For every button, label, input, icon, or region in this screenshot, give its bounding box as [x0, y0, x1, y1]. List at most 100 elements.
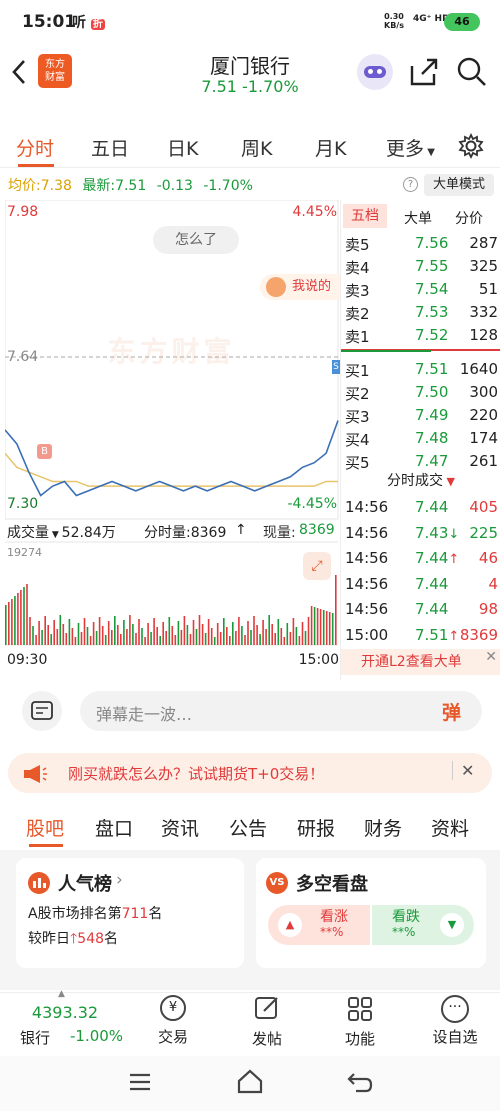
- volume-bar: [210, 628, 213, 645]
- buy-label: 买3: [345, 408, 370, 426]
- sell-volume: 51: [478, 280, 498, 298]
- tab-five-levels[interactable]: 五档: [343, 204, 387, 228]
- volume-bar: [107, 621, 110, 645]
- tab-news[interactable]: 资讯: [161, 814, 199, 841]
- settings-gear-icon[interactable]: [458, 133, 484, 159]
- tab-more[interactable]: 更多 ▼: [386, 134, 435, 161]
- danmaku-send-button[interactable]: 弹: [442, 698, 461, 725]
- buy-row[interactable]: 买3 7.49 220: [341, 404, 500, 428]
- menu-icon[interactable]: [128, 1072, 152, 1092]
- tab-big-orders[interactable]: 大单: [404, 208, 432, 228]
- sell-row[interactable]: 卖2 7.53 332: [341, 301, 500, 325]
- tab-order-book[interactable]: 盘口: [95, 814, 133, 841]
- tab-profile[interactable]: 资料: [431, 814, 469, 841]
- volume-bar: [219, 632, 222, 645]
- status-time: 15:01: [22, 12, 77, 32]
- comment-button[interactable]: 我说的: [260, 274, 340, 300]
- volume-label[interactable]: 成交量: [7, 525, 49, 541]
- bull-bear-card[interactable]: VS 多空看盘 ▲ 看涨 **% 看跌 **% ▼: [256, 858, 486, 968]
- danmaku-toggle-icon[interactable]: [22, 691, 62, 731]
- volume-bar: [17, 593, 19, 645]
- volume-bar: [135, 633, 137, 645]
- vs-icon: VS: [266, 872, 288, 894]
- latest-label: 最新:: [82, 178, 116, 194]
- volume-bar: [165, 631, 167, 645]
- volume-bar: [247, 621, 249, 645]
- trade-price: 7.44: [415, 498, 449, 516]
- volume-bar: [162, 622, 164, 645]
- expand-icon[interactable]: ⤢: [303, 552, 331, 580]
- sell-row[interactable]: 卖1 7.52 128: [341, 324, 500, 348]
- danmaku-input[interactable]: 弹幕走一波… 弹: [80, 691, 482, 731]
- search-icon[interactable]: [456, 56, 488, 88]
- tab-daily-k[interactable]: 日K: [167, 134, 198, 161]
- news-ticker[interactable]: [0, 100, 500, 114]
- tab-monthly-k[interactable]: 月K: [315, 134, 346, 161]
- nav-post[interactable]: 发帖: [244, 995, 290, 1049]
- buy-row[interactable]: 买2 7.50 300: [341, 381, 500, 405]
- volume-max-label: 19274: [7, 546, 42, 559]
- nav-functions[interactable]: 功能: [337, 995, 383, 1049]
- chat-bubble[interactable]: 怎么了: [153, 226, 239, 254]
- close-promo-icon[interactable]: ✕: [485, 644, 497, 670]
- tab-forum[interactable]: 股吧: [26, 814, 64, 841]
- y-high-label: 7.98: [7, 204, 39, 220]
- tab-five-day[interactable]: 五日: [91, 134, 129, 161]
- trade-volume: 8369: [459, 625, 498, 644]
- volume-bar: [226, 627, 228, 645]
- bullish-button[interactable]: ▲ 看涨 **%: [268, 905, 370, 945]
- back-icon[interactable]: [346, 1070, 374, 1094]
- buy-row[interactable]: 买1 7.51 1640: [341, 358, 500, 382]
- sell-row[interactable]: 卖5 7.56 287: [341, 232, 500, 256]
- tab-intraday[interactable]: 分时: [16, 134, 54, 161]
- popularity-card[interactable]: 人气榜 › A股市场排名第711名 较昨日🡑548名: [16, 858, 244, 968]
- sell-volume: 325: [469, 257, 498, 275]
- tab-announcements[interactable]: 公告: [229, 814, 267, 841]
- sell-marker[interactable]: S: [332, 360, 340, 374]
- index-pct: -1.00%: [70, 1027, 124, 1045]
- volume-bar: [298, 636, 301, 645]
- trade-row: 14:56 7.43↓ 225: [341, 522, 500, 546]
- bearish-button[interactable]: 看跌 **% ▼: [372, 905, 474, 945]
- futures-promo-banner[interactable]: 刚买就跌怎么办？试试期货T+0交易！ ✕: [8, 753, 492, 793]
- volume-bar: [117, 625, 119, 645]
- volume-bar: [71, 628, 74, 645]
- tab-financials[interactable]: 财务: [364, 814, 402, 841]
- minute-volume: 分时量:8369: [144, 525, 227, 541]
- volume-bar: [325, 611, 328, 645]
- nav-add-watchlist[interactable]: ··· 设自选: [426, 995, 484, 1047]
- robot-avatar-icon[interactable]: [357, 54, 393, 90]
- volume-bar: [159, 636, 161, 645]
- avg-price: 7.38: [40, 178, 72, 194]
- buy-marker[interactable]: B: [37, 444, 52, 459]
- tab-weekly-k[interactable]: 周K: [241, 134, 272, 161]
- close-banner-icon[interactable]: ✕: [452, 761, 474, 780]
- volume-bar: [186, 625, 189, 645]
- volume-bar: [304, 631, 307, 645]
- battery-icon: 46: [444, 13, 480, 31]
- trade-volume: 4: [488, 574, 498, 593]
- yen-icon: ¥: [160, 995, 186, 1021]
- sell-row[interactable]: 卖3 7.54 51: [341, 278, 500, 302]
- tab-research[interactable]: 研报: [297, 814, 335, 841]
- big-order-mode-button[interactable]: 大单模式: [424, 174, 494, 196]
- tab-price-levels[interactable]: 分价: [455, 208, 483, 228]
- volume-bar: [322, 610, 325, 645]
- volume-bar: [29, 617, 31, 645]
- trade-volume: 225: [469, 523, 498, 542]
- trades-title[interactable]: 分时成交 ▼: [341, 470, 500, 490]
- sector-index[interactable]: ▲ 4393.32 银行 -1.00%: [0, 989, 140, 1055]
- volume-bar: [8, 602, 10, 645]
- share-icon[interactable]: [408, 56, 440, 88]
- volume-bar: [271, 624, 273, 645]
- change-value: -0.13: [156, 178, 193, 194]
- intraday-chart[interactable]: 东方财富 7.98 4.45% 7.64 7.30 -4.45% 怎么了 我说的…: [5, 200, 340, 680]
- nav-trade[interactable]: ¥ 交易: [150, 995, 196, 1047]
- home-icon[interactable]: [236, 1068, 264, 1094]
- l2-promo-banner[interactable]: 开通L2查看大单 ✕: [341, 649, 500, 675]
- sell-row[interactable]: 卖4 7.55 325: [341, 255, 500, 279]
- buy-price: 7.50: [415, 383, 449, 401]
- help-icon[interactable]: ?: [403, 177, 418, 192]
- buy-volume: 174: [469, 429, 498, 447]
- buy-row[interactable]: 买4 7.48 174: [341, 427, 500, 451]
